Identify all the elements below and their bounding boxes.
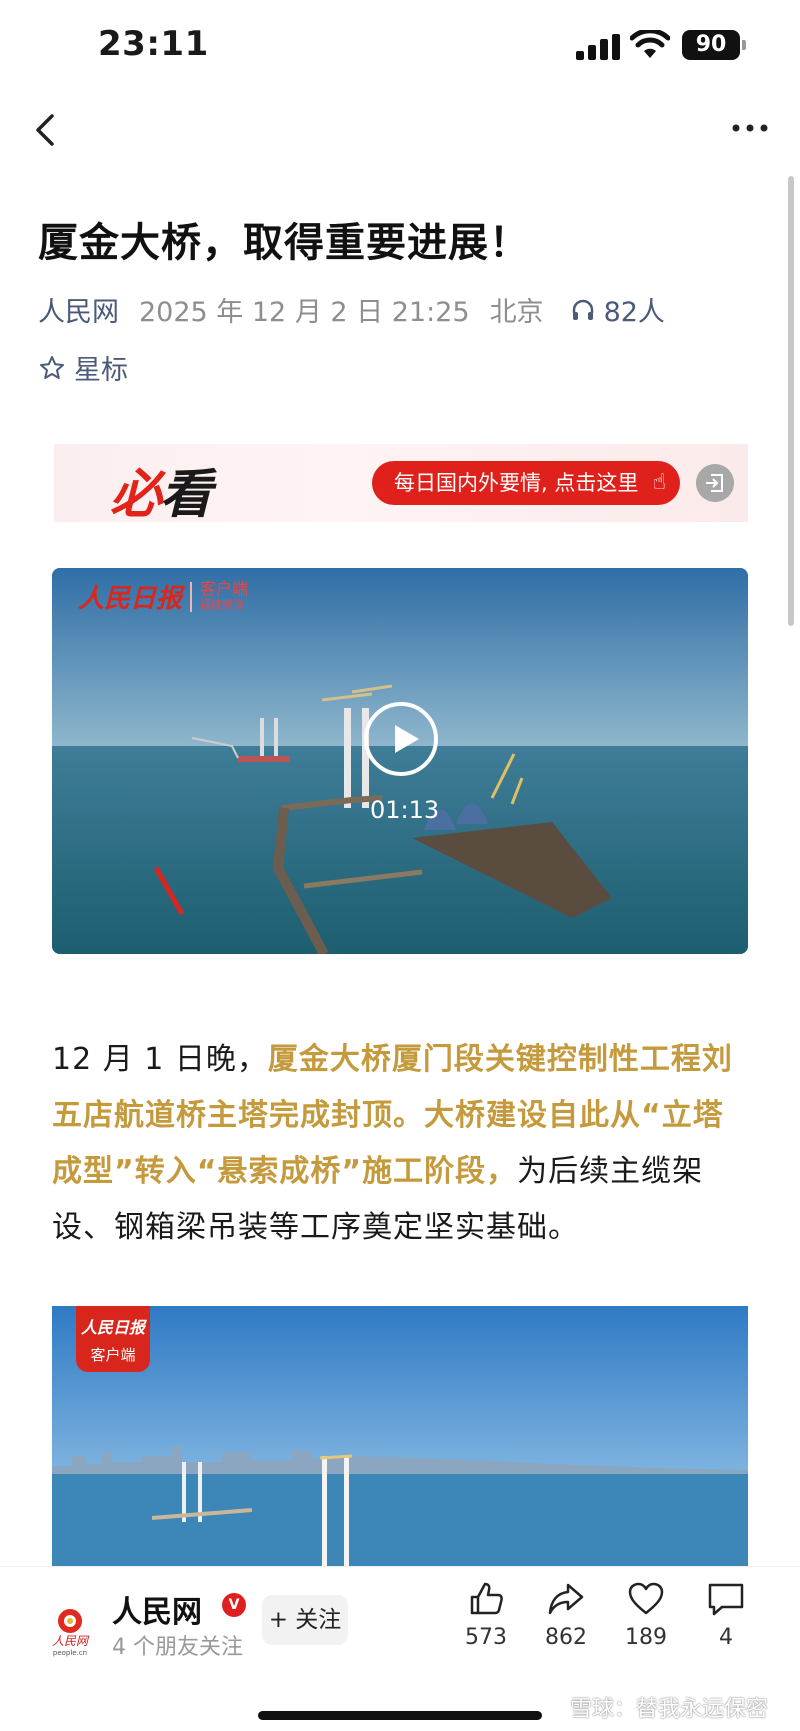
- cellular-signal-icon: [576, 34, 620, 60]
- bridge-photo: [52, 1306, 748, 1566]
- article-image[interactable]: 人民日报 客户端: [52, 1306, 748, 1566]
- bookmark-label: 星标: [74, 355, 128, 386]
- bookmark-button[interactable]: 星标: [38, 348, 128, 387]
- more-icon[interactable]: [730, 118, 770, 138]
- battery-icon: 90: [682, 30, 746, 60]
- source-link[interactable]: 人民网: [38, 290, 119, 329]
- watermark: 雪球：替我永远保密: [538, 1691, 768, 1723]
- comment-icon: [708, 1583, 744, 1616]
- comment-count: 4: [719, 1625, 733, 1650]
- publish-location: 北京: [489, 297, 544, 328]
- follow-button[interactable]: + 关注: [262, 1595, 348, 1645]
- exit-icon[interactable]: [696, 464, 734, 502]
- like-count: 573: [465, 1625, 507, 1650]
- publish-date: 2025 年 12 月 2 日 21:25: [139, 297, 470, 328]
- video-player[interactable]: 人民日报 客户端 福建频道 01:13: [52, 568, 748, 954]
- video-logo: 人民日报 客户端 福建频道: [78, 578, 249, 614]
- favorite-button[interactable]: 189: [608, 1579, 684, 1650]
- svg-text:人民网: 人民网: [52, 1634, 90, 1648]
- footer-bar: 人民网 people.cn 人民网 V 4 个朋友关注 + 关注 573 862…: [0, 1566, 800, 1731]
- star-icon: [40, 355, 64, 379]
- listener-count: 82人: [603, 297, 665, 328]
- video-duration: 01:13: [370, 796, 440, 824]
- status-bar: 23:11 90: [0, 0, 800, 96]
- headphones-icon: [572, 299, 593, 320]
- favorite-count: 189: [625, 1625, 667, 1650]
- pointer-hand-icon: ☝: [652, 470, 666, 495]
- author-name[interactable]: 人民网: [112, 1587, 202, 1631]
- banner-cta-button[interactable]: 每日国内外要情, 点击这里 ☝: [372, 461, 680, 505]
- svg-text:people.cn: people.cn: [53, 1649, 87, 1657]
- home-indicator[interactable]: [258, 1711, 542, 1720]
- verified-badge: V: [222, 1593, 246, 1617]
- article-meta: 人民网 2025 年 12 月 2 日 21:25 北京 82人: [38, 290, 665, 329]
- banner-logo: 必看: [110, 465, 212, 525]
- scrollbar[interactable]: [788, 176, 794, 626]
- play-icon[interactable]: [364, 702, 438, 776]
- paragraph-lead: 12 月 1 日晚，: [52, 1042, 268, 1077]
- nav-bar: [0, 96, 800, 166]
- share-button[interactable]: 862: [528, 1579, 604, 1650]
- article-paragraph: 12 月 1 日晚，厦金大桥厦门段关键控制性工程刘五店航道桥主塔完成封顶。大桥建…: [52, 1032, 752, 1256]
- banner-cta-label: 每日国内外要情, 点击这里: [394, 471, 639, 495]
- listen-button[interactable]: 82人: [570, 290, 665, 329]
- share-icon: [548, 1583, 584, 1615]
- promo-banner[interactable]: 必看 每日国内外要情, 点击这里 ☝: [54, 444, 748, 525]
- like-icon: [470, 1582, 503, 1615]
- author-followers: 4 个朋友关注: [112, 1635, 243, 1660]
- comment-button[interactable]: 4: [688, 1579, 764, 1650]
- article-title: 厦金大桥，取得重要进展！: [38, 220, 530, 266]
- like-button[interactable]: 573: [448, 1579, 524, 1650]
- back-icon[interactable]: [28, 110, 68, 150]
- status-time: 23:11: [98, 24, 209, 64]
- wifi-icon: [630, 30, 670, 58]
- image-badge: 人民日报 客户端: [76, 1306, 150, 1372]
- author-avatar[interactable]: 人民网 people.cn: [42, 1601, 98, 1657]
- share-count: 862: [545, 1625, 587, 1650]
- heart-icon: [628, 1582, 664, 1615]
